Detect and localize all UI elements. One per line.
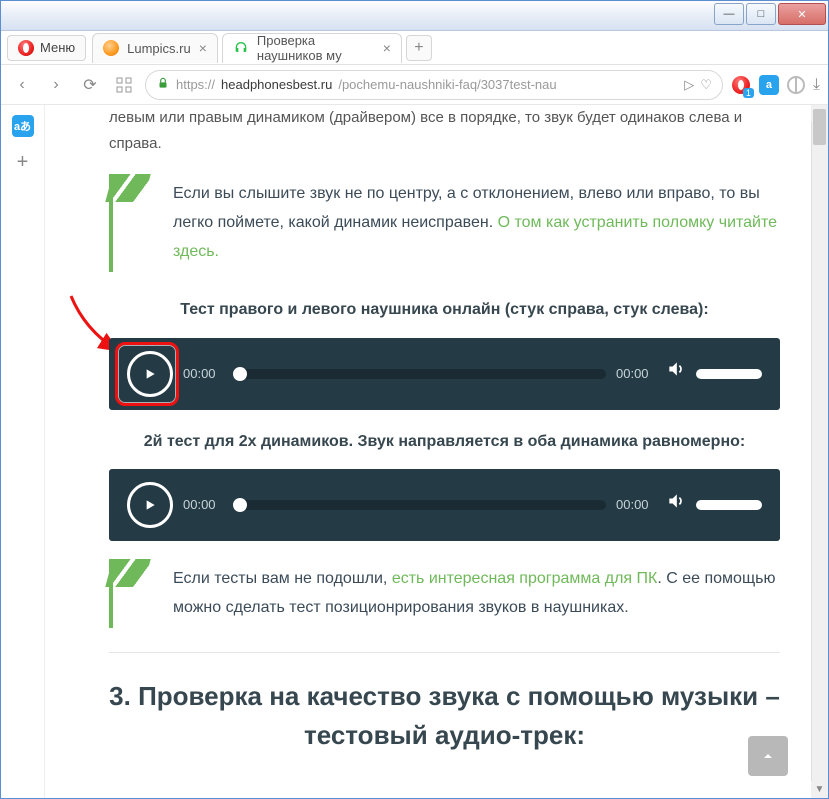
opera-menu-button[interactable]: Меню: [7, 35, 86, 61]
time-total: 00:00: [616, 363, 656, 385]
time-total: 00:00: [616, 494, 656, 516]
scroll-to-top-button[interactable]: [748, 736, 788, 776]
quote-text-pre: Если тесты вам не подошли,: [173, 570, 392, 587]
play-icon: [142, 366, 158, 382]
seek-knob[interactable]: [233, 498, 247, 512]
nav-forward-button[interactable]: ›: [43, 72, 69, 98]
tab-close-icon[interactable]: ×: [383, 40, 391, 56]
quote-block-1: Если вы слышите звук не по центру, а с о…: [109, 174, 780, 272]
vpn-globe-icon[interactable]: [787, 76, 805, 94]
nav-reload-button[interactable]: ⟳: [77, 72, 103, 98]
url-host: headphonesbest.ru: [221, 77, 332, 92]
tab-title: Lumpics.ru: [127, 41, 191, 56]
window-maximize-button[interactable]: □: [746, 3, 776, 25]
seek-knob[interactable]: [233, 367, 247, 381]
time-current: 00:00: [183, 363, 223, 385]
send-icon[interactable]: ▷: [684, 77, 694, 93]
section-3-heading: 3. Проверка на качество звука с помощью …: [109, 677, 780, 755]
bookmark-icon[interactable]: ♡: [700, 77, 712, 93]
url-scheme: https://: [176, 77, 215, 92]
favicon-headphones-icon: [233, 40, 249, 56]
scrollbar-thumb[interactable]: [813, 109, 826, 145]
new-tab-button[interactable]: +: [406, 35, 432, 61]
tab-lumpics[interactable]: Lumpics.ru ×: [92, 33, 218, 63]
audio-player-2: 00:00 00:00: [109, 469, 780, 541]
url-field[interactable]: https:// headphonesbest.ru/pochemu-naushn…: [145, 70, 723, 100]
downloads-button[interactable]: ⤓: [813, 76, 820, 94]
volume-icon[interactable]: [666, 359, 686, 388]
window-close-button[interactable]: ✕: [778, 3, 826, 25]
menu-label: Меню: [40, 40, 75, 55]
url-path: /pochemu-naushniki-faq/3037test-nau: [338, 77, 556, 92]
opera-extensions-badge[interactable]: 1: [731, 75, 751, 95]
tab-bar: Меню Lumpics.ru × Проверка наушников му …: [1, 31, 828, 65]
browser-sidebar: aあ +: [1, 105, 45, 798]
seek-bar[interactable]: [233, 369, 606, 379]
chevron-up-icon: [760, 748, 776, 764]
test1-heading: Тест правого и левого наушника онлайн (с…: [109, 296, 780, 323]
page-viewport[interactable]: левым или правым динамиком (драйвером) в…: [45, 105, 828, 798]
intro-paragraph: левым или правым динамиком (драйвером) в…: [109, 105, 780, 156]
favicon-lumpics-icon: [103, 40, 119, 56]
section-separator: [109, 652, 780, 653]
play-button[interactable]: [127, 482, 173, 528]
play-icon: [142, 497, 158, 513]
window-minimize-button[interactable]: —: [714, 3, 744, 25]
time-current: 00:00: [183, 494, 223, 516]
nav-back-button[interactable]: ‹: [9, 72, 35, 98]
address-bar: ‹ › ⟳ https:// headphonesbest.ru/pochemu-…: [1, 65, 828, 105]
opera-logo-icon: [18, 40, 34, 56]
volume-bar[interactable]: [696, 369, 762, 379]
audio-player-1: 00:00 00:00: [109, 338, 780, 410]
browser-window: — □ ✕ Меню Lumpics.ru × Проверка наушник…: [0, 0, 829, 799]
scrollbar-down-button[interactable]: ▼: [811, 781, 828, 798]
speed-dial-button[interactable]: [111, 72, 137, 98]
quote-block-2: Если тесты вам не подошли, есть интересн…: [109, 559, 780, 629]
tab-title: Проверка наушников му: [257, 33, 375, 63]
titlebar: — □ ✕: [1, 1, 828, 31]
sidebar-add-button[interactable]: +: [12, 151, 34, 173]
tab-headphonesbest[interactable]: Проверка наушников му ×: [222, 33, 402, 63]
play-button[interactable]: [127, 351, 173, 397]
volume-bar[interactable]: [696, 500, 762, 510]
seek-bar[interactable]: [233, 500, 606, 510]
volume-icon[interactable]: [666, 491, 686, 520]
test2-heading: 2й тест для 2х динамиков. Звук направляе…: [109, 428, 780, 455]
translate-extension-button[interactable]: a: [759, 75, 779, 95]
sidebar-translate-button[interactable]: aあ: [12, 115, 34, 137]
tab-close-icon[interactable]: ×: [199, 40, 207, 56]
lock-icon: [156, 76, 170, 93]
scrollbar-track[interactable]: ▲ ▼: [811, 105, 828, 798]
quote-link[interactable]: есть интересная программа для ПК: [392, 570, 658, 587]
